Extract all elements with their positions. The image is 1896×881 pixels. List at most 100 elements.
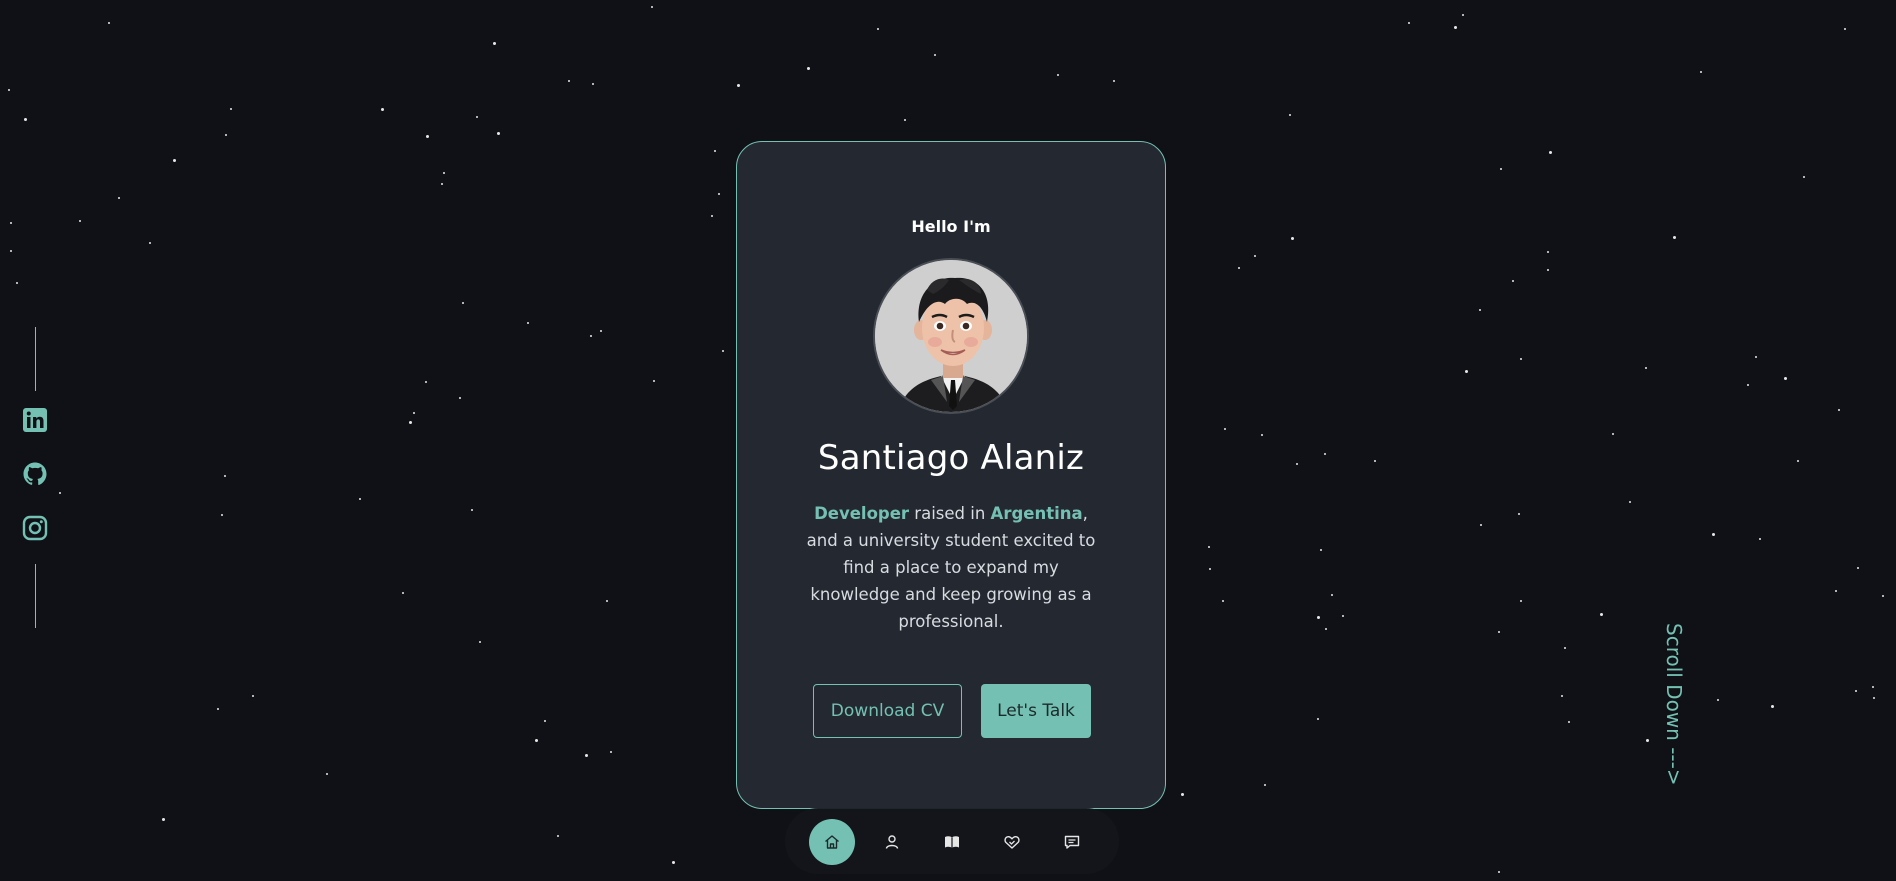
star (1296, 463, 1298, 465)
star (1209, 568, 1211, 570)
github-link[interactable] (22, 461, 50, 489)
greeting: Hello I'm (911, 217, 991, 236)
star (1797, 460, 1799, 462)
star (877, 28, 879, 30)
star (1547, 251, 1549, 253)
star (1645, 367, 1647, 369)
star (1747, 384, 1749, 386)
home-icon (825, 835, 839, 849)
star (1317, 718, 1319, 720)
bio-place-highlight: Argentina (990, 504, 1083, 523)
star (1057, 74, 1059, 76)
star (1454, 26, 1457, 29)
star (610, 751, 612, 753)
star (409, 421, 412, 424)
star (162, 818, 165, 821)
star (8, 89, 10, 91)
star (1673, 236, 1676, 239)
scroll-down-label: Scroll Down ---> (1662, 623, 1686, 786)
star (1561, 695, 1563, 697)
star (479, 641, 481, 643)
star (459, 397, 461, 399)
message-icon (1064, 835, 1080, 849)
divider-line-top (35, 327, 36, 391)
star (672, 861, 675, 864)
star (1500, 168, 1502, 170)
bottom-nav (785, 808, 1119, 874)
star (118, 197, 120, 199)
star (149, 242, 151, 244)
nav-contact[interactable] (1049, 819, 1095, 865)
star (59, 492, 61, 494)
star (225, 134, 227, 136)
scroll-down-link[interactable]: Scroll Down ---> (1659, 623, 1689, 818)
star (413, 412, 415, 414)
star (1547, 269, 1549, 271)
nav-services[interactable] (989, 819, 1035, 865)
star (1254, 255, 1256, 257)
linkedin-link[interactable] (22, 407, 50, 435)
star (16, 282, 18, 284)
instagram-icon (22, 515, 48, 541)
star (462, 302, 464, 304)
star (10, 222, 12, 224)
avatar-image (875, 260, 1027, 412)
star (1857, 567, 1859, 569)
star (592, 83, 594, 85)
star (1261, 434, 1263, 436)
lets-talk-button[interactable]: Let's Talk (981, 684, 1091, 738)
star (1331, 594, 1333, 596)
star (535, 739, 538, 742)
star (1479, 309, 1481, 311)
instagram-link[interactable] (22, 515, 50, 543)
book-icon (945, 836, 959, 848)
linkedin-icon (23, 408, 47, 432)
star (1291, 237, 1294, 240)
star (585, 754, 588, 757)
star (1712, 533, 1715, 536)
star (476, 116, 478, 118)
star (402, 592, 404, 594)
star (1498, 871, 1500, 873)
profile-bio: Developer raised in Argentina, and a uni… (806, 500, 1096, 635)
star (1289, 114, 1291, 116)
star (1465, 370, 1468, 373)
star (359, 498, 361, 500)
star (1882, 595, 1884, 597)
download-cv-button[interactable]: Download CV (813, 684, 962, 738)
star (79, 220, 81, 222)
handshake-icon (1004, 836, 1020, 849)
star (1224, 428, 1226, 430)
star (217, 708, 219, 710)
star (1324, 453, 1326, 455)
avatar (873, 258, 1029, 414)
star (590, 335, 592, 337)
nav-about[interactable] (869, 819, 915, 865)
bio-role-highlight: Developer (814, 504, 910, 523)
star (934, 54, 936, 56)
star (1408, 22, 1410, 24)
star (1803, 176, 1805, 178)
star (557, 835, 559, 837)
star (1771, 705, 1774, 708)
star (443, 172, 445, 174)
star (1264, 784, 1266, 786)
page: Hello I'm Santiago Alaniz Developer rais… (0, 0, 1896, 881)
star (224, 475, 226, 477)
star (1568, 721, 1570, 723)
star (1646, 739, 1649, 742)
profile-name: Santiago Alaniz (817, 438, 1085, 478)
star (1855, 690, 1857, 692)
star (1238, 267, 1240, 269)
star (737, 84, 740, 87)
nav-home[interactable] (809, 819, 855, 865)
star (1181, 793, 1184, 796)
star (1462, 14, 1464, 16)
star (1629, 501, 1631, 503)
star (1564, 647, 1566, 649)
nav-education[interactable] (929, 819, 975, 865)
star (1600, 613, 1603, 616)
star (425, 381, 427, 383)
star (606, 600, 608, 602)
star (1838, 409, 1840, 411)
